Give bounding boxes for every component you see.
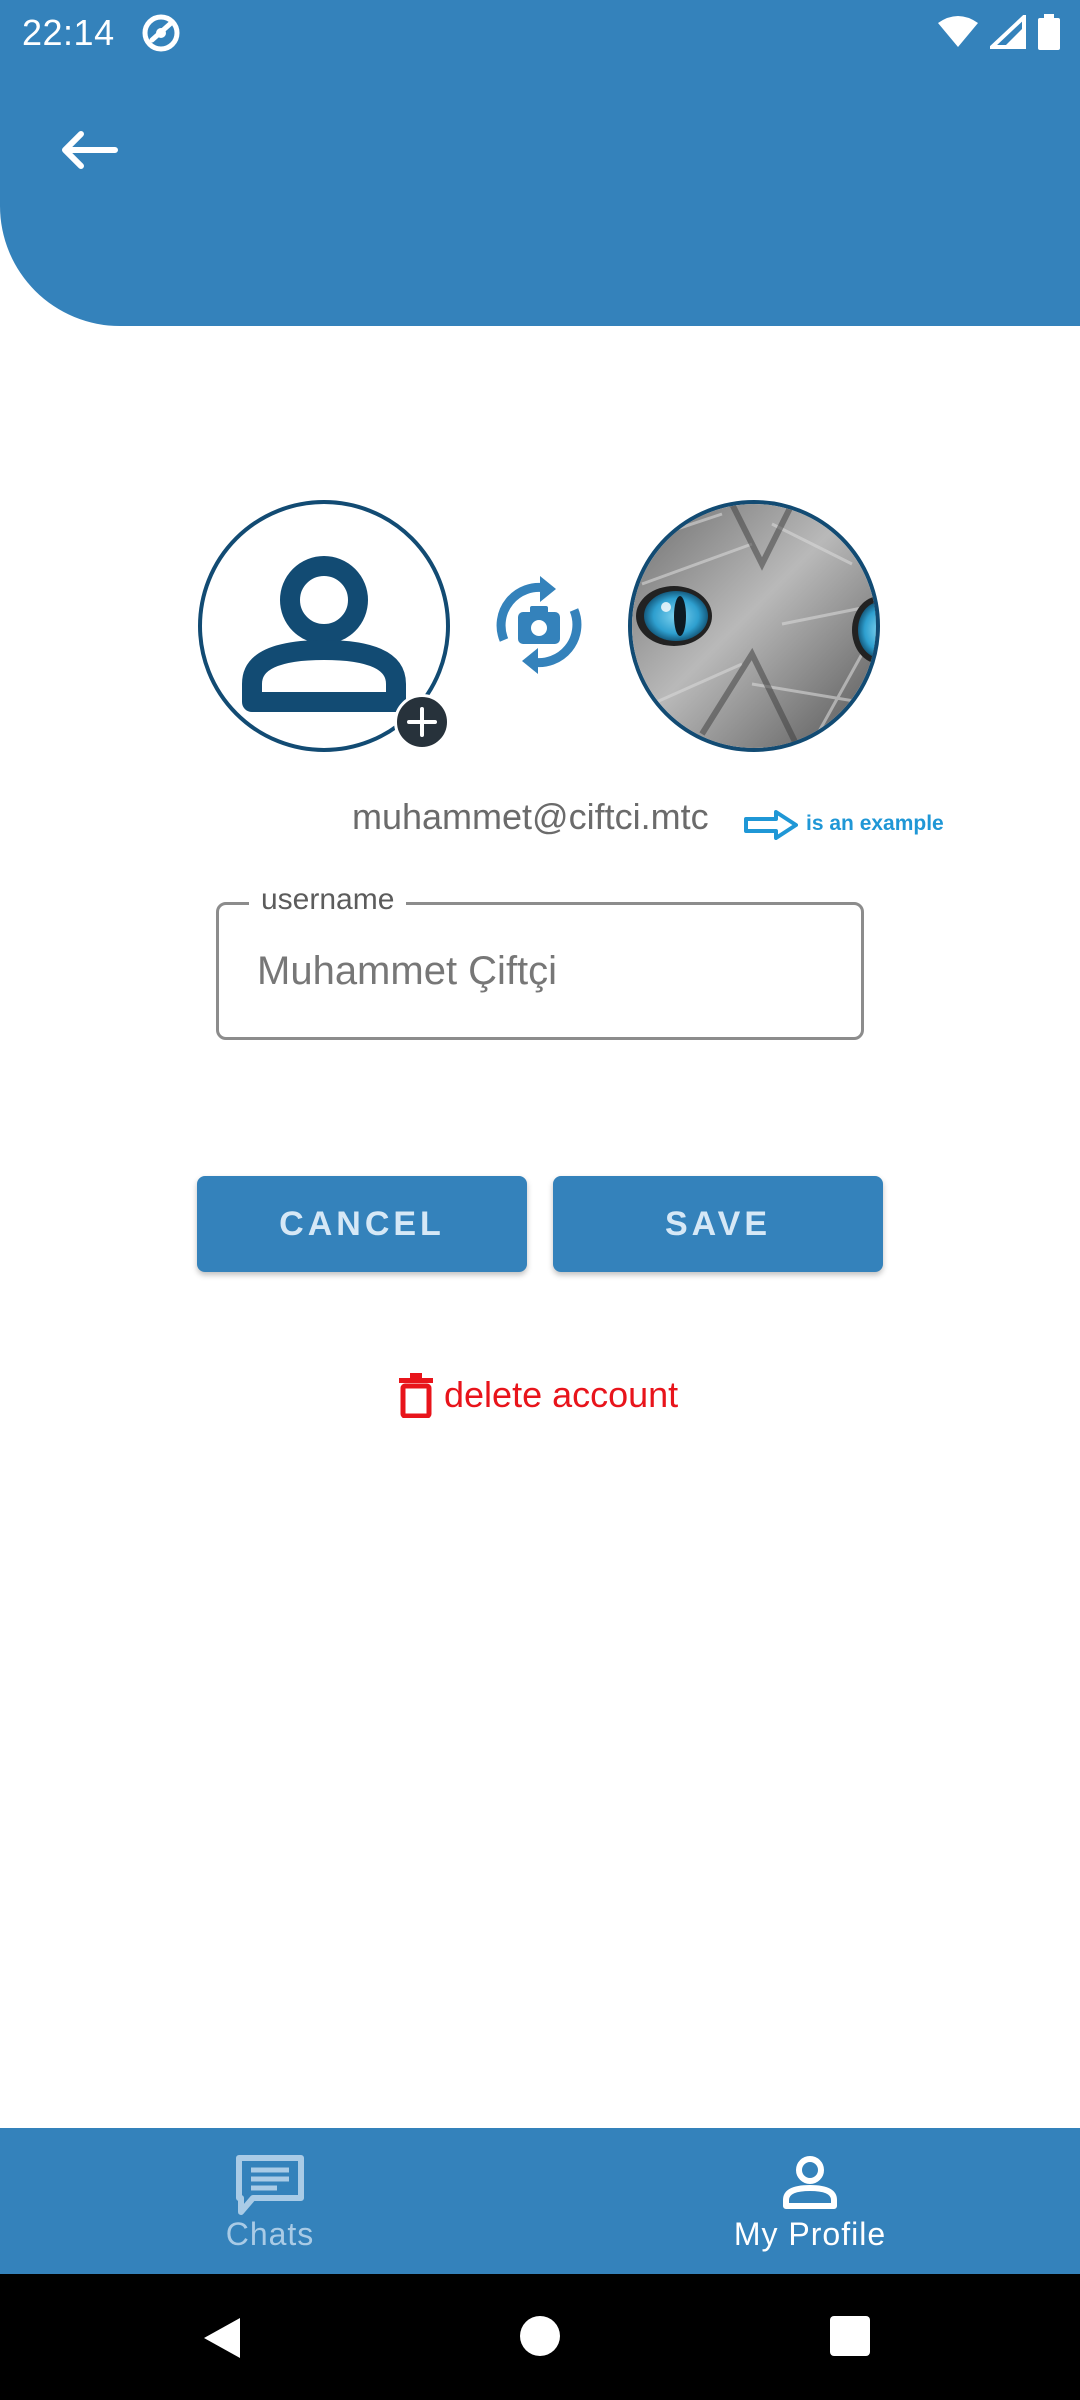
add-photo-button[interactable] bbox=[394, 694, 450, 750]
profile-photo[interactable] bbox=[628, 500, 880, 752]
header: 22:14 bbox=[0, 0, 1080, 326]
trash-icon bbox=[399, 1373, 433, 1418]
nav-item-chats[interactable]: Chats bbox=[0, 2128, 540, 2274]
example-note: is an example bbox=[806, 812, 944, 835]
person-icon bbox=[783, 2156, 837, 2209]
nav-label-my-profile: My Profile bbox=[733, 2216, 887, 2252]
nav-label-chats: Chats bbox=[225, 2216, 315, 2252]
system-nav-bar bbox=[0, 2274, 1080, 2400]
cat-photo-image bbox=[632, 504, 876, 748]
chat-icon bbox=[236, 2155, 304, 2215]
status-icons bbox=[938, 14, 1060, 50]
switch-camera-icon[interactable] bbox=[484, 570, 594, 680]
cancel-button[interactable]: CANCEL bbox=[197, 1176, 527, 1272]
app-notification-icon bbox=[142, 14, 180, 52]
back-button[interactable] bbox=[52, 118, 126, 182]
system-back-icon[interactable] bbox=[200, 2316, 244, 2360]
username-field[interactable]: username Muhammet Çiftçi bbox=[216, 883, 864, 1040]
system-home-icon[interactable] bbox=[520, 2316, 560, 2356]
battery-icon bbox=[1038, 14, 1060, 50]
bottom-nav: Chats My Profile bbox=[0, 2128, 1080, 2274]
email-text: muhammet@ciftci.mtc bbox=[352, 796, 709, 837]
delete-account-label: delete account bbox=[444, 1374, 679, 1415]
nav-item-my-profile[interactable]: My Profile bbox=[540, 2128, 1080, 2274]
username-label: username bbox=[249, 883, 407, 917]
status-time: 22:14 bbox=[22, 12, 115, 53]
arrow-left-icon bbox=[62, 131, 118, 169]
profile-screen: 22:14 muhammet@ciftci.mtc is an example … bbox=[0, 0, 1080, 2400]
signal-icon bbox=[990, 15, 1026, 49]
plus-icon bbox=[407, 707, 437, 737]
delete-account-button[interactable]: delete account bbox=[398, 1372, 678, 1418]
arrow-right-icon bbox=[744, 810, 798, 840]
person-icon bbox=[242, 556, 406, 712]
username-value[interactable]: Muhammet Çiftçi bbox=[257, 949, 557, 994]
system-recents-icon[interactable] bbox=[830, 2316, 870, 2356]
wifi-icon bbox=[938, 16, 978, 47]
save-button[interactable]: SAVE bbox=[553, 1176, 883, 1272]
